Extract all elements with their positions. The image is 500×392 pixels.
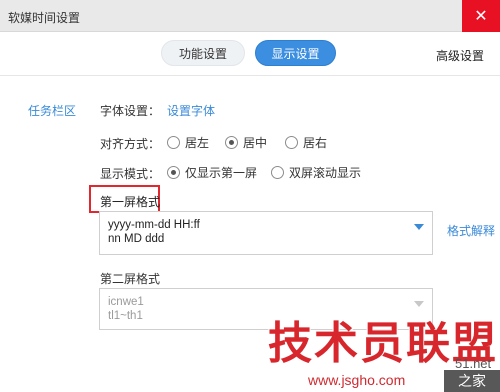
radio-checked-icon — [225, 136, 238, 149]
align-center-radio[interactable]: 居中 — [225, 134, 267, 151]
mode-dual-radio[interactable]: 双屏滚动显示 — [271, 164, 361, 181]
mode-single-radio[interactable]: 仅显示第一屏 — [167, 164, 257, 181]
window-title: 软媒时间设置 — [8, 11, 81, 25]
title-bar: 软媒时间设置 ✕ — [0, 0, 500, 32]
watermark-url: www.jsgho.com — [308, 372, 406, 388]
radio-icon — [285, 136, 298, 149]
tab-display-settings[interactable]: 显示设置 — [255, 40, 336, 66]
screen2-format-line-1: icnwe1 — [108, 296, 144, 308]
screen1-format-line-2: nn MD ddd — [108, 233, 165, 245]
align-right-radio[interactable]: 居右 — [285, 134, 327, 151]
radio-checked-icon — [167, 166, 180, 179]
tab-advanced-settings[interactable]: 高级设置 — [436, 47, 484, 64]
font-setting-label: 字体设置： — [100, 104, 161, 118]
radio-icon — [271, 166, 284, 179]
screen1-format-label: 第一屏格式 — [100, 195, 161, 209]
sidebar-item-taskbar[interactable]: 任务栏区 — [28, 102, 76, 119]
close-icon: ✕ — [474, 8, 488, 25]
screen2-format-label: 第二屏格式 — [100, 272, 161, 286]
close-button[interactable]: ✕ — [462, 0, 500, 32]
align-center-label: 居中 — [243, 136, 268, 150]
align-left-radio[interactable]: 居左 — [167, 134, 209, 151]
watermark-corner: 之家 — [444, 370, 500, 392]
tab-functional-settings[interactable]: 功能设置 — [161, 40, 245, 66]
set-font-link[interactable]: 设置字体 — [167, 102, 215, 119]
mode-single-label: 仅显示第一屏 — [185, 166, 258, 180]
align-left-label: 居左 — [185, 136, 210, 150]
screen1-format-select[interactable]: yyyy-mm-dd HH:ff nn MD ddd — [99, 211, 433, 255]
watermark-net-text: 51.net — [455, 356, 492, 371]
screen1-format-line-1: yyyy-mm-dd HH:ff — [108, 219, 200, 231]
align-label: 对齐方式： — [100, 137, 161, 151]
mode-dual-label: 双屏滚动显示 — [289, 166, 362, 180]
mode-label: 显示模式： — [100, 167, 161, 181]
tab-bar: 功能设置 显示设置 高级设置 — [0, 32, 500, 76]
align-right-label: 居右 — [303, 136, 328, 150]
dropdown-arrow-icon — [414, 301, 424, 307]
format-help-link[interactable]: 格式解释 — [447, 222, 495, 239]
radio-icon — [167, 136, 180, 149]
dropdown-arrow-icon — [414, 224, 424, 230]
